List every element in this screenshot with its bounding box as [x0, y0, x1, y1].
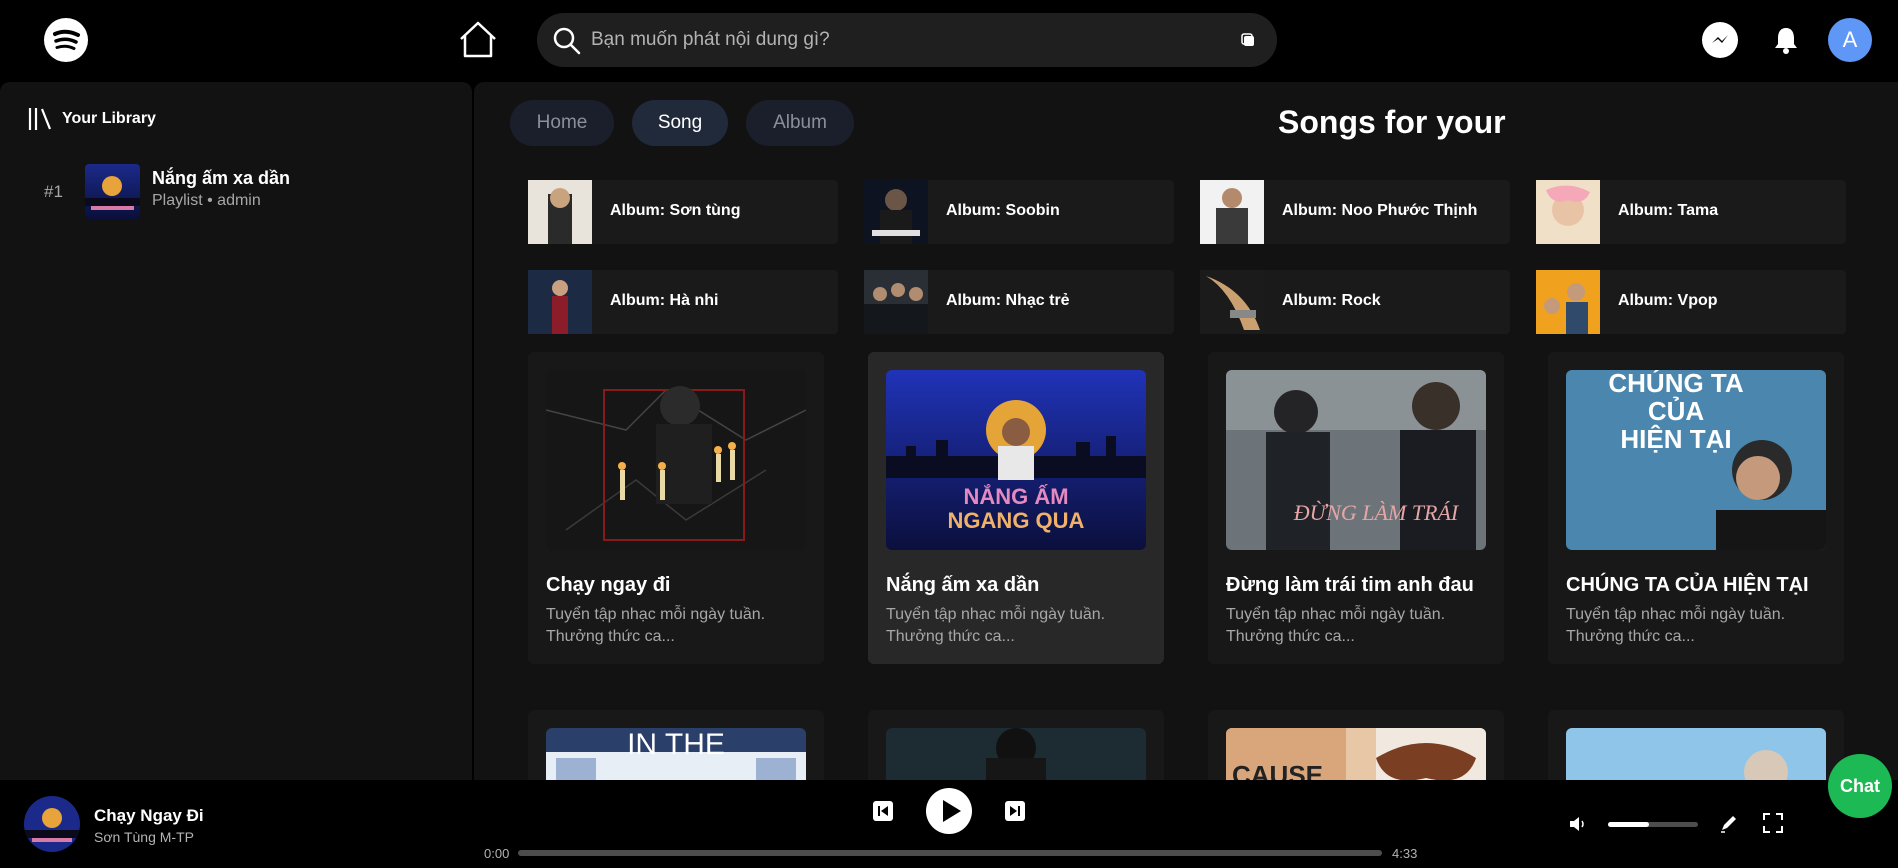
now-playing-title: Chạy Ngay Đi — [94, 806, 204, 825]
progress-bar[interactable] — [518, 850, 1382, 856]
song-card[interactable]: ĐỪNG LÀM TRÁI Đừng làm trái tim anh đau … — [1208, 352, 1504, 664]
tab-song[interactable]: Song — [632, 100, 728, 146]
song-title: CHÚNG TA CỦA HIỆN TẠI — [1566, 574, 1809, 596]
song-cover: ĐỪNG LÀM TRÁI — [1226, 370, 1486, 550]
volume-slider[interactable] — [1608, 822, 1698, 827]
fullscreen-icon[interactable] — [1762, 812, 1784, 834]
user-avatar[interactable]: A — [1828, 18, 1872, 62]
cover-text: IN THE — [627, 728, 725, 761]
messenger-icon[interactable] — [1702, 22, 1738, 58]
library-item-title: Nắng ấm xa dần — [152, 168, 291, 188]
previous-icon[interactable] — [872, 800, 894, 822]
library-header[interactable]: Your Library — [26, 104, 156, 134]
album-chip[interactable]: Album: Sơn tùng — [528, 180, 838, 244]
song-card[interactable]: CHÚNG TA CỦA HIỆN TẠI CHÚNG TA CỦA HIỆN … — [1548, 352, 1844, 664]
album-label: Album: Soobin — [946, 202, 1060, 219]
cover-text: CAUSE — [1232, 760, 1323, 780]
song-title: Nắng ấm xa dần — [886, 574, 1040, 596]
album-thumbnail — [864, 180, 928, 244]
album-chip[interactable]: Album: Noo Phước Thịnh — [1200, 180, 1510, 244]
song-card[interactable]: IN THE — [528, 710, 824, 780]
cover-text: NGANG QUA — [948, 508, 1085, 533]
song-cover: CHÚNG TA CỦA HIỆN TẠI — [1566, 370, 1826, 550]
album-chip[interactable]: Album: Tama — [1536, 180, 1846, 244]
now-playing-cover — [24, 796, 80, 852]
album-chip[interactable]: Album: Soobin — [864, 180, 1174, 244]
album-thumbnail — [1200, 270, 1264, 334]
song-title: Chạy ngay đi — [546, 574, 671, 596]
sidebar: Your Library #1 Nắng ấm xa dần Playlist … — [0, 82, 472, 780]
cover-text: HIỆN TẠI — [1620, 424, 1731, 454]
cover-text: CHÚNG TA — [1608, 370, 1744, 398]
album-thumbnail — [1536, 270, 1600, 334]
cover-text: NẮNG ẤM — [963, 484, 1068, 509]
album-label: Album: Noo Phước Thịnh — [1282, 202, 1478, 219]
song-description: Tuyển tập nhạc mỗi ngày tuần. Thưởng thứ… — [886, 606, 1106, 645]
search-bar — [537, 13, 1277, 67]
current-time: 0:00 — [484, 846, 510, 861]
song-cover — [1566, 728, 1826, 780]
album-label: Album: Tama — [1618, 202, 1719, 219]
chat-button[interactable]: Chat — [1828, 754, 1892, 818]
search-icon — [551, 25, 583, 57]
cover-text: ĐỪNG LÀM TRÁI — [1293, 500, 1460, 525]
song-card[interactable] — [1548, 710, 1844, 780]
song-cover — [546, 370, 806, 550]
album-chip[interactable]: Album: Hà nhi — [528, 270, 838, 334]
library-item-thumbnail — [85, 164, 140, 219]
tab-home[interactable]: Home — [510, 100, 614, 146]
album-label: Album: Rock — [1282, 292, 1381, 309]
bell-icon[interactable] — [1768, 22, 1804, 58]
song-card[interactable]: NẮNG ẤM NGANG QUA Nắng ấm xa dần Tuyển t… — [868, 352, 1164, 664]
next-icon[interactable] — [1004, 800, 1026, 822]
spotify-logo-icon[interactable] — [44, 18, 88, 62]
tab-album[interactable]: Album — [746, 100, 854, 146]
now-playing-artist: Sơn Tùng M-TP — [94, 829, 194, 845]
album-label: Album: Hà nhi — [610, 292, 719, 309]
player-bar: Chạy Ngay Đi Sơn Tùng M-TP 0:00 4:33 — [0, 780, 1898, 868]
album-label: Album: Sơn tùng — [610, 202, 741, 219]
song-cover — [886, 728, 1146, 780]
main-content: Home Song Album Songs for your Album: Sơ… — [474, 82, 1898, 780]
home-icon[interactable] — [456, 18, 500, 62]
total-time: 4:33 — [1392, 846, 1418, 861]
song-description: Tuyển tập nhạc mỗi ngày tuần. Thưởng thứ… — [1566, 606, 1786, 645]
album-chip[interactable]: Album: Vpop — [1536, 270, 1846, 334]
album-label: Album: Vpop — [1618, 292, 1718, 309]
album-thumbnail — [1200, 180, 1264, 244]
top-bar: A — [0, 0, 1898, 80]
song-card[interactable]: Chạy ngay đi Tuyển tập nhạc mỗi ngày tuầ… — [528, 352, 824, 664]
song-description: Tuyển tập nhạc mỗi ngày tuần. Thưởng thứ… — [546, 606, 766, 645]
album-chip[interactable]: Album: Rock — [1200, 270, 1510, 334]
library-icon — [26, 105, 54, 133]
song-cover: CAUSE — [1226, 728, 1486, 780]
song-cover: NẮNG ẤM NGANG QUA — [886, 370, 1146, 550]
song-card[interactable]: CAUSE — [1208, 710, 1504, 780]
browse-icon[interactable] — [1239, 31, 1259, 51]
section-title: Songs for your — [1278, 104, 1506, 140]
cover-text: CỦA — [1648, 395, 1705, 426]
album-thumbnail — [528, 270, 592, 334]
album-chip[interactable]: Album: Nhạc trẻ — [864, 270, 1174, 334]
album-thumbnail — [528, 180, 592, 244]
song-cover: IN THE — [546, 728, 806, 780]
library-item-subtitle: Playlist • admin — [152, 192, 261, 209]
volume-icon[interactable] — [1568, 814, 1588, 834]
search-input[interactable] — [591, 23, 1191, 57]
pen-icon[interactable] — [1718, 812, 1740, 834]
library-item-rank: #1 — [44, 182, 63, 201]
song-card[interactable] — [868, 710, 1164, 780]
song-description: Tuyển tập nhạc mỗi ngày tuần. Thưởng thứ… — [1226, 606, 1446, 645]
library-item[interactable]: #1 Nắng ấm xa dần Playlist • admin — [30, 164, 450, 222]
album-label: Album: Nhạc trẻ — [946, 292, 1070, 309]
album-thumbnail — [864, 270, 928, 334]
play-button[interactable] — [926, 788, 972, 834]
song-title: Đừng làm trái tim anh đau — [1226, 574, 1474, 596]
volume-level — [1608, 822, 1649, 827]
album-thumbnail — [1536, 180, 1600, 244]
library-label: Your Library — [62, 110, 156, 127]
